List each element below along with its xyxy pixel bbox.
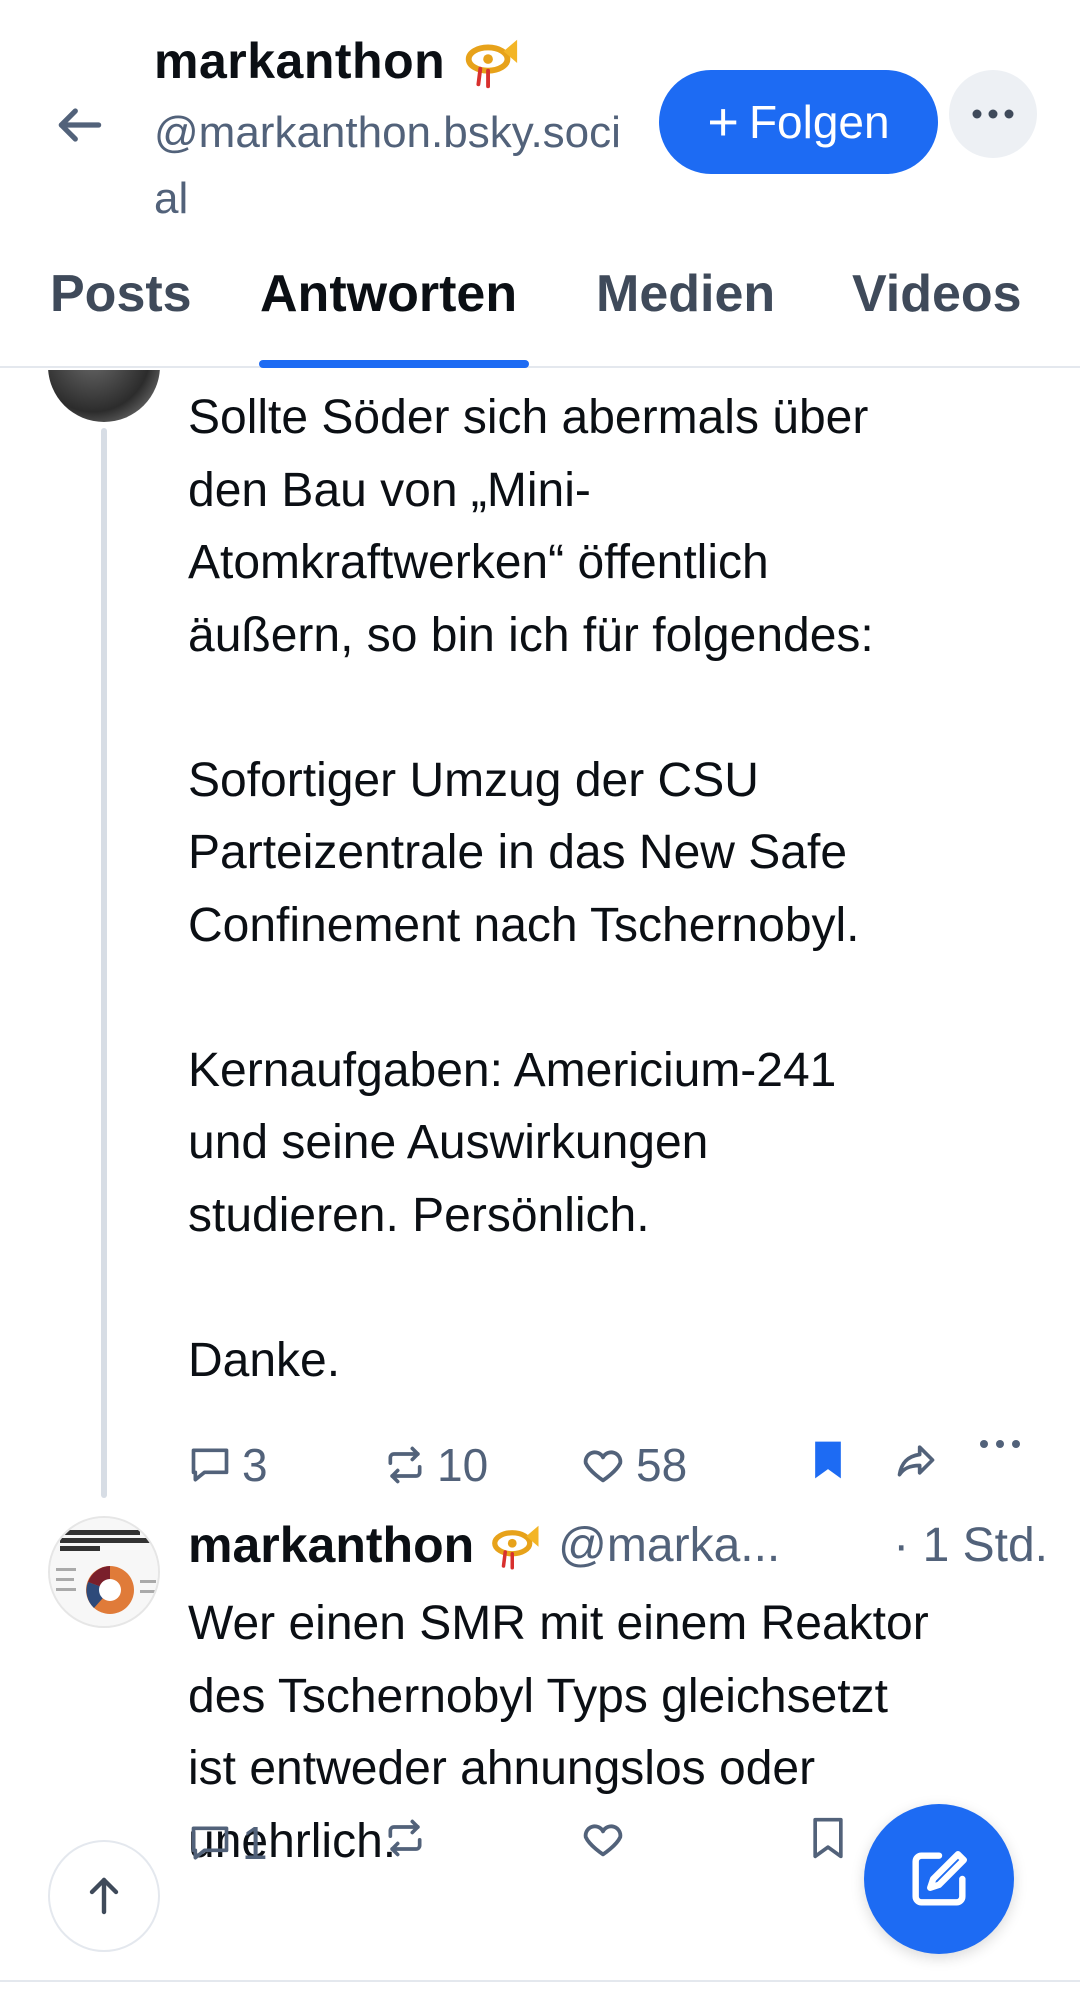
follow-button[interactable]: + Folgen (659, 70, 938, 174)
share-icon (897, 1445, 935, 1477)
tab-medien[interactable]: Medien (596, 264, 775, 324)
post-text[interactable]: Sollte Söder sich abermals über den Bau … (188, 382, 874, 1397)
repost-icon (388, 1819, 422, 1857)
postal-horn-icon (492, 1525, 539, 1570)
repost-button[interactable] (383, 1816, 437, 1860)
bottom-divider (0, 1980, 1080, 1982)
plus-icon: + (707, 92, 739, 152)
back-button[interactable] (40, 85, 120, 165)
repost-icon (388, 1446, 422, 1484)
active-tab-indicator (259, 360, 529, 368)
bookmark-filled-icon (815, 1441, 841, 1479)
arrow-left-icon (58, 108, 102, 142)
author-handle[interactable]: @marka... (558, 1518, 780, 1573)
reply-count: 3 (242, 1439, 268, 1491)
tab-videos[interactable]: Videos (852, 264, 1022, 324)
profile-tabs: Posts Antworten Medien Videos (0, 236, 1080, 368)
repost-count: 10 (437, 1439, 489, 1491)
comment-icon (191, 1826, 229, 1860)
more-options-button[interactable] (949, 70, 1037, 158)
heart-icon (583, 1824, 623, 1857)
compose-post-button[interactable] (864, 1804, 1014, 1954)
reply-button[interactable]: 1 (188, 1816, 268, 1870)
bookmark-button[interactable] (808, 1816, 858, 1860)
avatar[interactable] (48, 370, 160, 422)
display-name-text: markanthon (154, 33, 446, 89)
author-name[interactable]: markanthon (188, 1516, 474, 1574)
ellipsis-icon (972, 109, 1014, 119)
arrow-up-icon (89, 1877, 119, 1915)
bookmark-button[interactable] (808, 1438, 858, 1482)
post-actions: 3 10 58 (188, 1438, 1038, 1498)
share-button[interactable] (893, 1438, 949, 1482)
postal-horn-icon (465, 39, 518, 89)
repost-button[interactable]: 10 (383, 1438, 488, 1492)
post-timestamp: · 1 Std. (893, 1518, 1048, 1572)
tab-antworten[interactable]: Antworten (260, 264, 517, 324)
like-button[interactable] (580, 1816, 636, 1862)
post-more-button[interactable] (978, 1438, 1032, 1450)
like-count: 58 (636, 1439, 688, 1491)
follow-label: Folgen (748, 96, 890, 148)
scroll-to-top-button[interactable] (48, 1840, 160, 1952)
like-button[interactable]: 58 (580, 1438, 687, 1492)
profile-header: markanthon @markanthon.bsky.social + Fol… (0, 0, 1080, 236)
bookmark-icon (813, 1817, 843, 1859)
heart-icon (583, 1450, 623, 1483)
chart-thumbnail-image (50, 1518, 158, 1626)
post-header: markanthon @marka... · 1 Std. (188, 1510, 1048, 1580)
thread-connector (101, 428, 107, 1498)
compose-icon (912, 1851, 967, 1906)
feed[interactable]: Sollte Söder sich abermals über den Bau … (0, 370, 1080, 2000)
profile-handle: @markanthon.bsky.social (154, 108, 621, 223)
reply-count: 1 (242, 1817, 268, 1869)
reply-button[interactable]: 3 (188, 1438, 268, 1492)
profile-display-name: markanthon (154, 30, 521, 92)
comment-icon (191, 1448, 229, 1482)
tab-posts[interactable]: Posts (50, 264, 192, 324)
avatar[interactable] (48, 1516, 160, 1628)
ellipsis-icon (980, 1440, 1020, 1448)
